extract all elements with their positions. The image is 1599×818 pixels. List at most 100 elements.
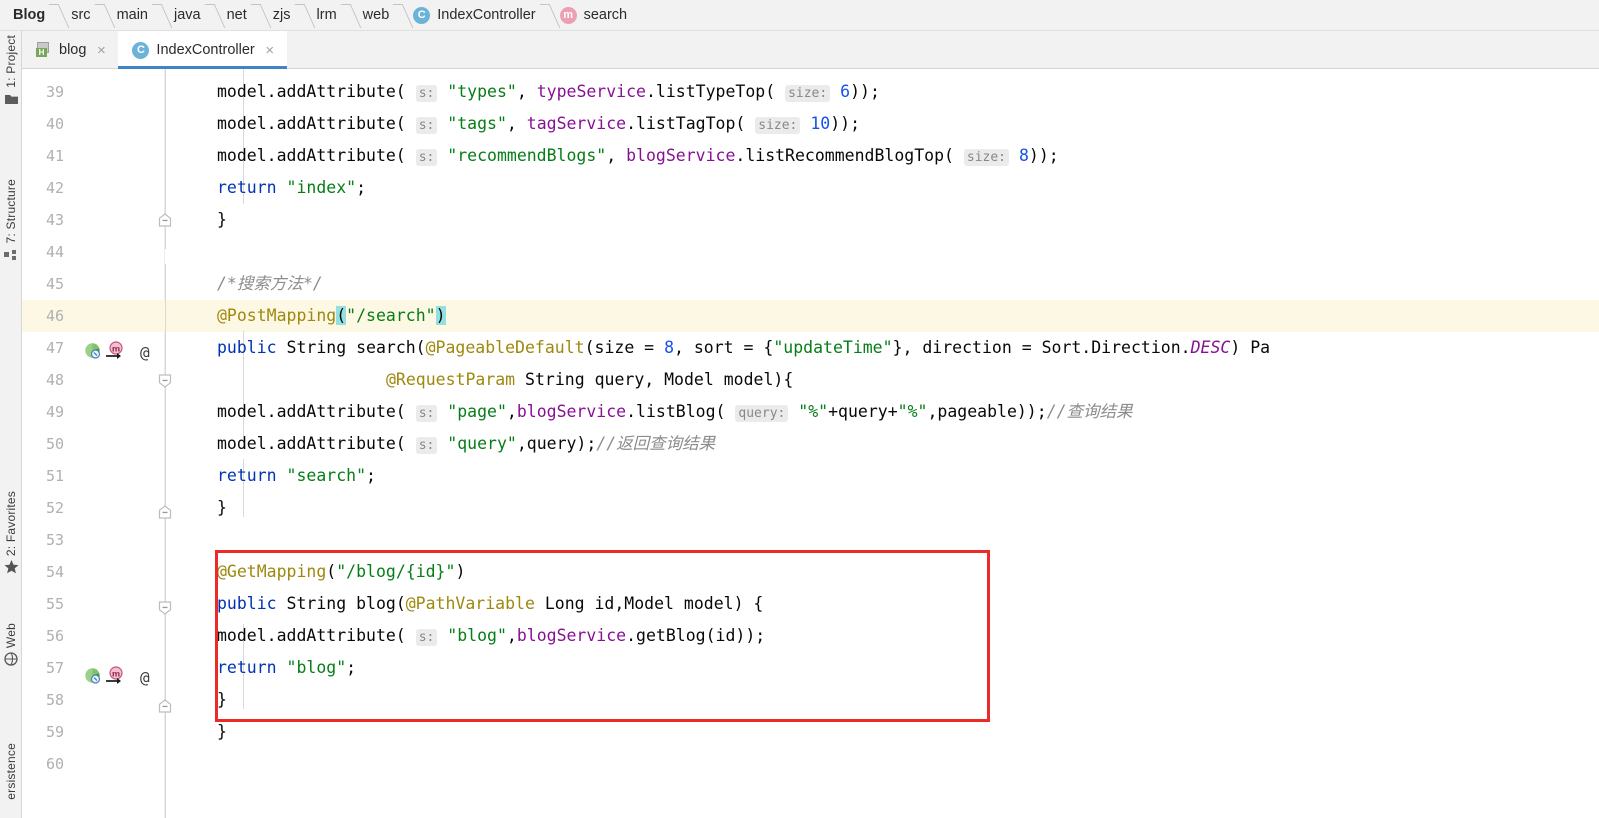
line-number: 59: [45, 723, 64, 741]
line-number: 60: [45, 755, 64, 773]
svg-text:m: m: [112, 670, 120, 679]
editor-line-53[interactable]: 53: [22, 524, 1599, 556]
breadcrumb-separator-icon: [394, 0, 410, 31]
method-icon: m: [559, 6, 577, 24]
editor-tab-bar: H blog × C IndexController ×: [22, 31, 1599, 69]
sidebar-item-label: 7: Structure: [4, 179, 18, 244]
breadcrumb-item-search[interactable]: m search: [557, 0, 633, 31]
breadcrumb-separator-icon: [296, 0, 312, 31]
close-icon[interactable]: ×: [94, 43, 108, 58]
editor-line-60[interactable]: 60: [22, 748, 1599, 780]
code-text-line-40: model.addAttribute( s: "tags", tagServic…: [217, 114, 861, 134]
code-text-line-49: model.addAttribute( s: "page",blogServic…: [217, 402, 1133, 422]
java-class-icon: C: [132, 41, 150, 59]
breadcrumb-item-zjs[interactable]: zjs: [268, 0, 296, 31]
breadcrumb: Blog src main java net zjs lrm web C Ind…: [0, 0, 1599, 31]
code-text-line-46: @PostMapping("/search"): [217, 306, 446, 325]
line-number: 42: [45, 179, 64, 197]
sidebar-item-label: 1: Project: [4, 35, 18, 88]
code-text-line-55: public String blog(@PathVariable Long id…: [217, 594, 764, 613]
overriding-method-icon[interactable]: m: [104, 341, 128, 364]
tab-indexcontroller[interactable]: C IndexController ×: [118, 31, 288, 69]
gutter-icons-line-55[interactable]: m @: [84, 666, 150, 689]
breadcrumb-item-blog[interactable]: Blog: [8, 0, 50, 31]
tab-label: IndexController: [156, 42, 255, 58]
breadcrumb-item-src[interactable]: src: [66, 0, 95, 31]
breadcrumb-label: java: [174, 7, 201, 23]
line-number: 40: [45, 115, 64, 133]
breadcrumb-separator-icon: [153, 0, 169, 31]
line-number: 41: [45, 147, 64, 165]
fold-end-marker-icon[interactable]: [158, 699, 172, 713]
sidebar-item-label: Web: [4, 623, 18, 649]
code-text-line-41: model.addAttribute( s: "recommendBlogs",…: [217, 146, 1059, 166]
code-text-line-43: }: [217, 210, 227, 229]
editor-line-52[interactable]: 52: [22, 492, 1599, 524]
breadcrumb-item-indexcontroller[interactable]: C IndexController: [410, 0, 540, 31]
html-file-icon: H: [36, 42, 52, 58]
breadcrumb-item-web[interactable]: web: [358, 0, 395, 31]
svg-text:m: m: [112, 345, 120, 354]
spring-request-mapping-icon[interactable]: [84, 342, 101, 364]
line-number: 51: [45, 467, 64, 485]
line-number: 52: [45, 499, 64, 517]
code-text-line-45: /*搜索方法*/: [217, 274, 323, 293]
sidebar-item-label: ersistence: [4, 743, 18, 800]
code-text-line-50: model.addAttribute( s: "query",query);//…: [217, 434, 716, 454]
fold-collapse-marker-icon[interactable]: [158, 374, 172, 388]
breadcrumb-separator-icon: [50, 0, 66, 31]
line-number: 57: [45, 659, 64, 677]
line-number: 46: [45, 307, 64, 325]
line-number: 39: [45, 83, 64, 101]
sidebar-item-persistence[interactable]: ersistence: [0, 743, 22, 800]
annotation-at-icon: @: [140, 343, 150, 362]
line-number: 45: [45, 275, 64, 293]
line-number: 58: [45, 691, 64, 709]
gutter-icons-line-47[interactable]: m @: [84, 341, 150, 364]
line-number: 54: [45, 563, 64, 581]
editor-line-48[interactable]: 48: [22, 364, 1599, 396]
code-text-line-54: @GetMapping("/blog/{id}"): [217, 562, 466, 581]
breadcrumb-item-java[interactable]: java: [169, 0, 206, 31]
line-number: 53: [45, 531, 64, 549]
fold-end-marker-icon[interactable]: [158, 213, 172, 227]
indent-guide: [165, 264, 166, 818]
line-number: 47: [45, 339, 64, 357]
line-number: 50: [45, 435, 64, 453]
editor-line-43[interactable]: 43: [22, 204, 1599, 236]
code-text-line-42: return "index";: [217, 178, 367, 197]
spring-request-mapping-icon[interactable]: [84, 667, 101, 689]
sidebar-item-web[interactable]: Web: [0, 623, 22, 671]
overriding-method-icon[interactable]: m: [104, 666, 128, 689]
class-icon: C: [413, 6, 431, 24]
editor-line-44[interactable]: 44: [22, 236, 1599, 268]
breadcrumb-separator-icon: [541, 0, 557, 31]
sidebar-item-project[interactable]: 1: Project: [0, 35, 22, 110]
star-icon: [4, 560, 19, 579]
breadcrumb-item-main[interactable]: main: [112, 0, 153, 31]
code-text-line-58: }: [217, 690, 227, 709]
close-icon[interactable]: ×: [263, 43, 277, 58]
breadcrumb-item-lrm[interactable]: lrm: [312, 0, 342, 31]
sidebar-item-favorites[interactable]: 2: Favorites: [0, 491, 22, 579]
editor-line-59[interactable]: 59: [22, 716, 1599, 748]
code-text-line-59: }: [217, 722, 227, 741]
breadcrumb-separator-icon: [96, 0, 112, 31]
fold-collapse-marker-icon[interactable]: [158, 601, 172, 615]
breadcrumb-label: zjs: [272, 7, 291, 23]
tool-window-strip-left: 1: Project 7: Structure 2: Favorites Web: [0, 31, 22, 818]
code-text-line-57: return "blog";: [217, 658, 357, 677]
fold-end-marker-icon[interactable]: [158, 505, 172, 519]
line-number: 49: [45, 403, 64, 421]
sidebar-item-structure[interactable]: 7: Structure: [0, 179, 22, 265]
breadcrumb-item-net[interactable]: net: [222, 0, 252, 31]
structure-icon: [4, 247, 18, 265]
code-text-line-52: }: [217, 498, 227, 517]
code-editor[interactable]: 39 40 41 42 43 44 45 46 47 48 49 50 51 52 53 54 55 56 57 58…: [22, 69, 1599, 818]
editor-line-58[interactable]: 58: [22, 684, 1599, 716]
code-text-line-47: public String search(@PageableDefault(si…: [217, 338, 1271, 357]
breadcrumb-separator-icon: [252, 0, 268, 31]
line-number: 44: [45, 243, 64, 261]
breadcrumb-label: web: [362, 7, 390, 23]
tab-blog[interactable]: H blog ×: [22, 31, 118, 69]
